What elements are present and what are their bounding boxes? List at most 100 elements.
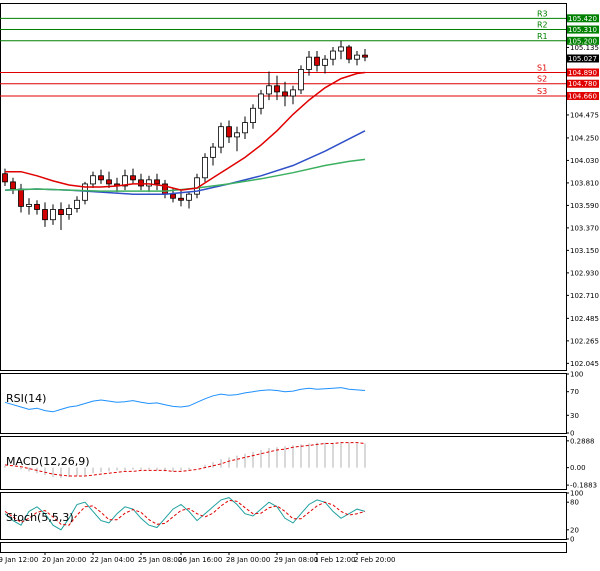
- rsi-line: [4, 387, 366, 413]
- ma-medium-line: [4, 158, 366, 192]
- time-tick-label: 1 Feb 12:00: [314, 556, 355, 564]
- price-tick-label: 104.250: [570, 134, 599, 142]
- time-tick-label: 22 Jan 04:00: [90, 556, 134, 564]
- level-name-r1: R1: [537, 32, 548, 41]
- candle-body: [50, 209, 56, 221]
- rsi-indicator: 100 70 30 0 RSI(14): [4, 371, 583, 438]
- time-tick-label: 26 Jan 16:00: [178, 556, 222, 564]
- candle-body: [178, 197, 184, 201]
- time-tick-label: 19 Jan 12:00: [0, 556, 38, 564]
- candle-body: [186, 193, 192, 201]
- price-tick-label: 102.930: [570, 269, 599, 277]
- price-tick-label: 103.590: [570, 202, 599, 210]
- level-name-s2: S2: [537, 75, 547, 84]
- time-axis: 19 Jan 12:00 20 Jan 20:00 22 Jan 04:00 25 J…: [0, 552, 395, 564]
- candle-body: [202, 156, 208, 179]
- candle-body: [130, 175, 136, 181]
- time-tick-label: 29 Jan 08:00: [274, 556, 318, 564]
- candle-body: [34, 203, 40, 210]
- moving-averages: [4, 71, 366, 195]
- indicator-label: MACD(12,26,9): [6, 455, 90, 468]
- price-tick-label: 103.150: [570, 247, 599, 255]
- candle-body: [154, 179, 160, 185]
- price-tick-label: 103.370: [570, 224, 599, 232]
- candles: [2, 40, 368, 230]
- empty-panel: [0, 542, 567, 553]
- candle-body: [138, 179, 144, 187]
- candle-body: [234, 132, 240, 138]
- indicator-tick-label: 0.00: [570, 464, 586, 472]
- price-axis: 105.420105.310105.200105.135105.027104.8…: [566, 15, 599, 368]
- level-name-r3: R3: [537, 9, 548, 18]
- candle-body: [250, 107, 256, 123]
- level-name-s3: S3: [537, 87, 547, 96]
- indicator-label: Stoch(5,5,3): [6, 511, 74, 524]
- level-price-r3: 105.420: [568, 15, 597, 23]
- candle-body: [10, 181, 16, 190]
- indicator-tick-label: 0: [570, 536, 574, 544]
- candle-body: [322, 58, 328, 66]
- price-tick-label: 103.810: [570, 179, 599, 187]
- candle-body: [362, 54, 368, 58]
- candle-body: [2, 173, 8, 183]
- time-tick-label: 2 Feb 20:00: [354, 556, 395, 564]
- level-price-r2: 105.310: [568, 26, 597, 34]
- candle-body: [218, 126, 224, 148]
- candle-body: [74, 199, 80, 209]
- level-price-r1: 105.200: [568, 37, 597, 45]
- current-price: 105.027: [567, 54, 599, 63]
- indicator-tick-label: 80: [570, 499, 579, 507]
- candle-body: [242, 122, 248, 134]
- indicator-tick-label: 20: [570, 526, 579, 534]
- level-name-s1: S1: [537, 63, 547, 72]
- indicator-tick-label: 0: [570, 430, 574, 438]
- price-tick-label: 102.485: [570, 315, 599, 323]
- candle-body: [210, 146, 216, 158]
- price-tick-label: 104.030: [570, 157, 599, 165]
- candle-body: [66, 208, 72, 216]
- time-tick-label: 20 Jan 20:00: [42, 556, 86, 564]
- candle-body: [18, 188, 24, 207]
- level-name-r2: R2: [537, 21, 548, 30]
- indicator-tick-label: 0.2888: [570, 437, 595, 445]
- candle-body: [266, 85, 272, 95]
- candle-body: [306, 56, 312, 70]
- level-price-s2: 104.780: [568, 80, 597, 88]
- forex-chart: 105.420105.310105.200105.135105.027104.8…: [0, 3, 599, 564]
- indicator-tick-label: 30: [570, 412, 579, 420]
- candle-body: [90, 175, 96, 185]
- candle-body: [58, 209, 64, 216]
- candle-body: [274, 85, 280, 93]
- price-tick-label: 104.475: [570, 111, 599, 119]
- candle-body: [298, 69, 304, 91]
- candle-body: [42, 209, 48, 221]
- candle-body: [226, 126, 232, 138]
- ma-slow-line: [4, 130, 366, 195]
- level-price-s1: 104.890: [568, 69, 597, 77]
- indicator-tick-label: 70: [570, 388, 579, 396]
- candle-body: [146, 179, 152, 187]
- indicator-label: RSI(14): [6, 392, 46, 405]
- price-tick-label: 102.045: [570, 360, 599, 368]
- indicator-tick-label: 100: [570, 371, 583, 379]
- candle-body: [290, 89, 296, 97]
- current-price-label: 105.027: [568, 55, 597, 63]
- ma-fast-line: [5, 71, 366, 191]
- indicator-tick-label: 100: [570, 490, 583, 498]
- price-tick-label: 102.265: [570, 337, 599, 345]
- indicator-tick-label: -0.1883: [570, 482, 597, 490]
- candle-body: [314, 56, 320, 66]
- time-tick-label: 25 Jan 08:00: [138, 556, 182, 564]
- time-tick-label: 28 Jan 00:00: [226, 556, 270, 564]
- candle-body: [26, 203, 32, 207]
- candle-body: [170, 193, 176, 199]
- candle-body: [338, 46, 344, 52]
- candle-body: [258, 93, 264, 109]
- price-tick-label: 102.710: [570, 292, 599, 300]
- candle-body: [354, 54, 360, 60]
- macd-indicator: 0.2888 0.00 -0.1883 MACD(12,26,9): [4, 437, 597, 490]
- candle-body: [106, 179, 112, 185]
- stoch-indicator: 10080 20 0 Stoch(5,5,3): [4, 490, 583, 544]
- level-price-s3: 104.660: [568, 93, 597, 101]
- candle-body: [330, 50, 336, 60]
